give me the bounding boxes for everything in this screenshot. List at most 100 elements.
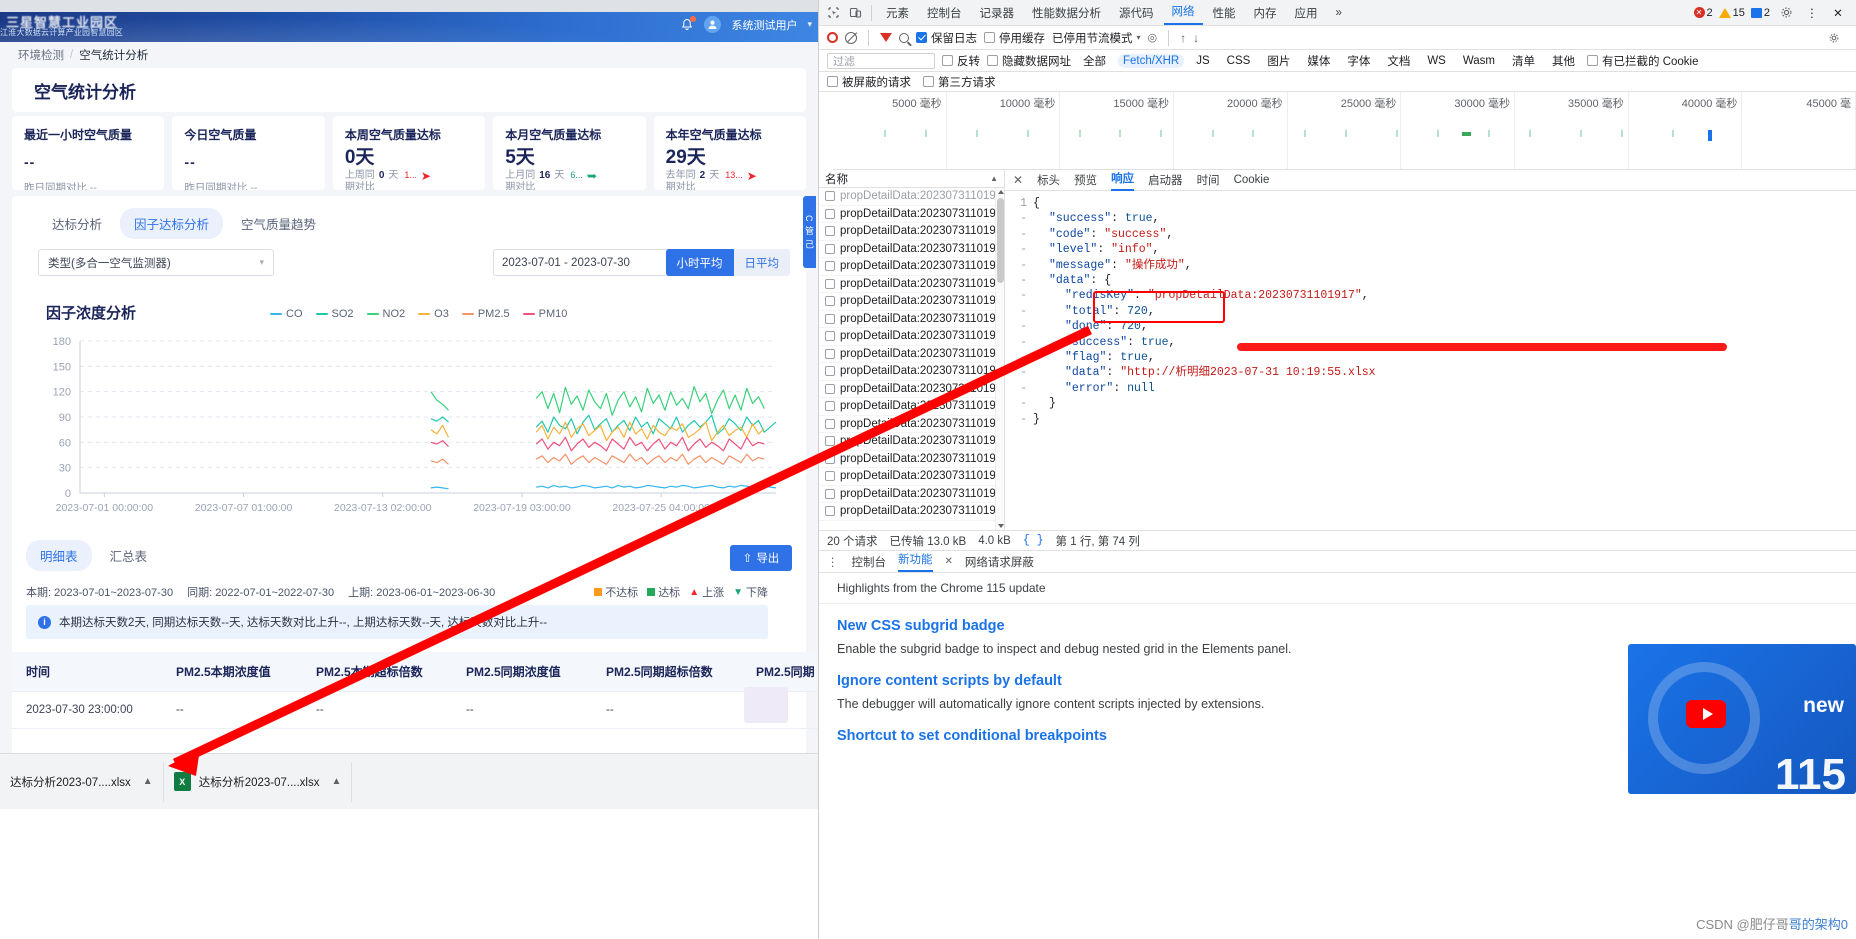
request-row[interactable]: propDetailData:20230731101917 — [819, 363, 1004, 381]
tab-factor-compliance-analysis[interactable]: 因子达标分析 — [120, 208, 224, 239]
invert-toggle[interactable]: 反转 — [942, 53, 980, 69]
devtools-tab-performance-insights[interactable]: 性能数据分析 — [1024, 2, 1109, 24]
request-row[interactable]: propDetailData:20230731101917 — [819, 486, 1004, 503]
network-conditions-icon[interactable]: ◎ — [1148, 31, 1158, 44]
kpi-card-today[interactable]: 今日空气质量 -- 昨日同期对比 -- — [172, 116, 325, 190]
preserve-log-toggle[interactable]: 保留日志 — [916, 30, 977, 46]
scroll-up-arrow-icon[interactable] — [997, 190, 1004, 194]
chevron-up-icon[interactable]: ▲ — [143, 776, 153, 787]
request-row[interactable]: propDetailData:20230731101917 — [819, 381, 1004, 398]
request-row[interactable]: propDetailData:20230731101917 — [819, 451, 1004, 468]
legend-item-so2[interactable]: SO2 — [315, 308, 354, 320]
request-row[interactable]: propDetailData:20230731101917 — [819, 328, 1004, 346]
whats-new-item-title[interactable]: New CSS subgrid badge — [837, 618, 1838, 634]
resource-type-js[interactable]: JS — [1191, 54, 1214, 68]
legend-item-pm2-5[interactable]: PM2.5 — [461, 308, 510, 320]
table-row[interactable]: 2023-07-30 23:00:00---------- — [12, 691, 818, 729]
download-item[interactable]: 达标分析2023-07....xlsx ▲ — [0, 761, 164, 802]
request-row[interactable]: propDetailData:20230731101917 — [819, 416, 1004, 433]
request-list-scroll[interactable]: propDetailData:20230731101917 propDetailD… — [819, 188, 1004, 530]
network-timeline-overview[interactable]: 5000 毫秒 10000 毫秒 15000 毫秒 20000 毫秒 25000 毫秒 3… — [833, 92, 1856, 170]
request-row[interactable]: propDetailData:20230731101917 — [819, 188, 1004, 206]
download-item[interactable]: X 达标分析2023-07....xlsx ▲ — [164, 761, 353, 802]
search-icon[interactable] — [899, 32, 909, 43]
throttling-select[interactable]: 已停用节流模式 ▾ — [1052, 30, 1141, 46]
granularity-daily-button[interactable]: 日平均 — [733, 249, 790, 276]
tab-detail-table[interactable]: 明细表 — [26, 540, 92, 571]
error-count-badge[interactable]: ✕ 2 — [1693, 7, 1713, 19]
filter-funnel-icon[interactable] — [880, 33, 892, 42]
request-row[interactable]: propDetailData:20230731101917 — [819, 293, 1004, 311]
resource-type-other[interactable]: 其他 — [1547, 52, 1580, 70]
close-devtools-icon[interactable]: ✕ — [1828, 4, 1848, 22]
settings-gear-icon[interactable] — [1776, 4, 1796, 22]
scroll-down-arrow-icon[interactable] — [997, 524, 1004, 528]
device-type-select[interactable]: 类型(多合一空气监测器) ▾ — [38, 249, 274, 276]
user-avatar[interactable] — [704, 16, 722, 33]
detail-tab-response[interactable]: 响应 — [1111, 170, 1135, 191]
resource-type-ws[interactable]: WS — [1422, 54, 1451, 68]
request-row[interactable]: propDetailData:20230731101917 — [819, 311, 1004, 328]
hide-data-urls-toggle[interactable]: 隐藏数据网址 — [987, 53, 1071, 69]
legend-item-no2[interactable]: NO2 — [366, 308, 405, 320]
drawer-tab-network-request-blocking[interactable]: 网络请求屏蔽 — [965, 554, 1034, 570]
legend-item-co[interactable]: CO — [270, 308, 303, 320]
request-row[interactable]: propDetailData:20230731101917 — [819, 433, 1004, 451]
resource-type-all[interactable]: 全部 — [1078, 52, 1111, 70]
resource-type-manifest[interactable]: 清单 — [1507, 52, 1540, 70]
request-row[interactable]: propDetailData:20230731101917 — [819, 258, 1004, 276]
inspect-element-icon[interactable] — [823, 4, 843, 22]
request-row[interactable]: propDetailData:20230731101917 — [819, 398, 1004, 416]
request-row[interactable]: propDetailData:20230731101917 — [819, 468, 1004, 486]
request-row[interactable]: propDetailData:20230731101917 — [819, 276, 1004, 293]
resource-type-img[interactable]: 图片 — [1262, 52, 1295, 70]
devtools-tab-sources[interactable]: 源代码 — [1111, 2, 1162, 24]
close-drawer-tab-icon[interactable]: ✕ — [945, 556, 953, 567]
resource-type-wasm[interactable]: Wasm — [1458, 54, 1500, 68]
request-row[interactable]: propDetailData:20230731101917 — [819, 241, 1004, 258]
legend-item-pm10[interactable]: PM10 — [522, 308, 567, 320]
clear-icon[interactable] — [845, 31, 857, 44]
detail-tab-headers[interactable]: 标头 — [1037, 172, 1060, 188]
kpi-card-week[interactable]: 本周空气质量达标 0天 上周同期对比 0 天 1... ➤ — [332, 116, 486, 190]
resource-type-font[interactable]: 字体 — [1342, 52, 1375, 70]
resource-type-media[interactable]: 媒体 — [1302, 52, 1335, 70]
devtools-tab-performance[interactable]: 性能 — [1205, 2, 1244, 24]
devtools-tab-network[interactable]: 网络 — [1163, 0, 1203, 25]
youtube-play-icon[interactable] — [1686, 700, 1726, 728]
request-row[interactable]: propDetailData:20230731101917 — [819, 206, 1004, 223]
request-list-header[interactable]: 名称 ▲ — [819, 170, 1004, 188]
chevron-up-icon[interactable]: ▲ — [332, 776, 342, 787]
response-json-viewer[interactable]: 1{- "success": true, - "code": "success", - "… — [1005, 191, 1856, 530]
warning-count-badge[interactable]: 15 — [1718, 7, 1745, 19]
tab-summary-table[interactable]: 汇总表 — [96, 540, 162, 571]
devtools-tab-recorder[interactable]: 记录器 — [972, 2, 1023, 24]
kpi-card-month[interactable]: 本月空气质量达标 5天 上月同期对比 16 天 6... ➥ — [493, 116, 646, 190]
resource-type-fetch-xhr[interactable]: Fetch/XHR — [1118, 53, 1185, 68]
chrome-release-promo[interactable]: new 115 — [1628, 644, 1856, 794]
import-har-icon[interactable]: ↑ — [1180, 31, 1186, 45]
request-row[interactable]: propDetailData:20230731101917 — [819, 223, 1004, 241]
record-icon[interactable] — [827, 32, 838, 43]
detail-tab-preview[interactable]: 预览 — [1074, 172, 1097, 188]
third-party-toggle[interactable]: 第三方请求 — [923, 74, 996, 90]
devtools-tab-more[interactable]: » — [1328, 4, 1350, 22]
network-settings-gear-icon[interactable] — [1824, 29, 1844, 47]
drawer-tab-console[interactable]: 控制台 — [852, 554, 887, 570]
detail-tab-initiator[interactable]: 启动器 — [1148, 172, 1183, 188]
resource-type-doc[interactable]: 文档 — [1382, 52, 1415, 70]
tab-compliance-analysis[interactable]: 达标分析 — [38, 208, 116, 239]
user-menu-chevron-down-icon[interactable]: ▾ — [807, 19, 812, 30]
granularity-hourly-button[interactable]: 小时平均 — [665, 249, 734, 276]
devtools-tab-console[interactable]: 控制台 — [919, 2, 970, 24]
notification-bell-icon[interactable] — [680, 15, 697, 32]
date-range-input[interactable]: 2023-07-01 - 2023-07-30 — [493, 249, 688, 276]
close-detail-icon[interactable]: ✕ — [1013, 173, 1023, 187]
tab-air-quality-trend[interactable]: 空气质量趋势 — [227, 208, 330, 239]
info-count-badge[interactable]: 2 — [1750, 7, 1770, 19]
devtools-tab-application[interactable]: 应用 — [1287, 2, 1326, 24]
legend-item-o3[interactable]: O3 — [418, 308, 449, 320]
request-row[interactable]: propDetailData:20230731101917 — [819, 346, 1004, 363]
format-code-icon[interactable]: { } — [1023, 534, 1044, 547]
device-toolbar-icon[interactable] — [845, 4, 865, 22]
